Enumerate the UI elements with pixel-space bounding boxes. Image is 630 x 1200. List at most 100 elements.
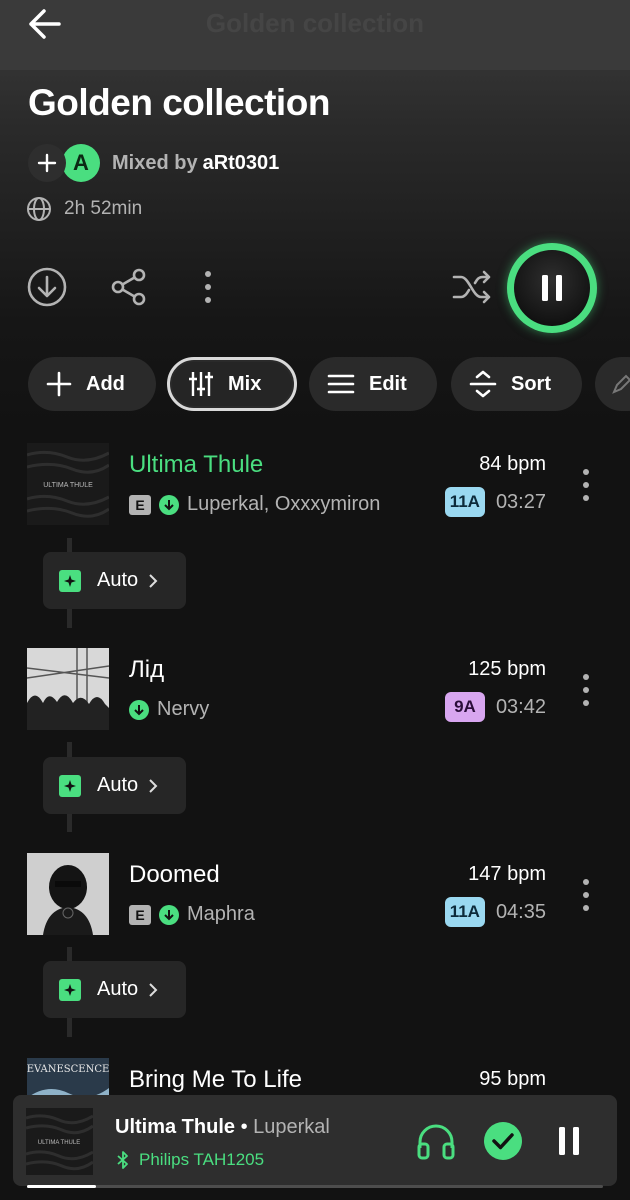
sort-chip[interactable]: Sort bbox=[451, 357, 582, 411]
track-duration: 04:35 bbox=[495, 900, 546, 923]
plus-icon bbox=[37, 153, 57, 173]
shuffle-icon bbox=[452, 270, 491, 304]
download-button[interactable] bbox=[25, 265, 69, 309]
track-subtitle: E Luperkal, Oxxxymiron bbox=[129, 493, 380, 516]
transition-label: Auto bbox=[97, 569, 139, 591]
more-vertical-icon bbox=[205, 271, 211, 303]
downloaded-icon bbox=[129, 699, 149, 720]
sliders-icon bbox=[189, 372, 213, 396]
track-artists: Luperkal, Oxxxymiron bbox=[187, 493, 381, 515]
download-icon bbox=[27, 267, 67, 307]
sparkle-icon bbox=[59, 774, 81, 797]
track-title: Лід bbox=[129, 656, 165, 683]
track-key-row: 11A 04:35 bbox=[444, 897, 546, 927]
album-art bbox=[27, 648, 109, 730]
add-chip-label: Add bbox=[86, 372, 125, 395]
explicit-badge: E bbox=[129, 494, 151, 515]
connected-device[interactable]: Philips TAH1205 bbox=[117, 1150, 264, 1170]
headphones-icon bbox=[417, 1124, 455, 1160]
track-more-button[interactable] bbox=[572, 465, 600, 505]
more-vertical-icon bbox=[583, 674, 589, 706]
faded-header-title: Golden collection bbox=[205, 8, 425, 38]
playlist-title: Golden collection bbox=[28, 82, 330, 123]
track-duration: 03:42 bbox=[495, 695, 546, 718]
transition-auto-button[interactable]: Auto bbox=[43, 961, 186, 1018]
track-title: Doomed bbox=[129, 861, 220, 888]
transition-label: Auto bbox=[97, 774, 139, 796]
devices-button[interactable] bbox=[413, 1118, 459, 1164]
mini-player-artist: Luperkal bbox=[253, 1116, 330, 1138]
explicit-badge: E bbox=[129, 904, 151, 925]
downloaded-icon bbox=[159, 904, 179, 925]
share-button[interactable] bbox=[107, 265, 151, 309]
key-badge: 11A bbox=[444, 487, 485, 517]
shuffle-button[interactable] bbox=[450, 265, 494, 309]
svg-text:EVANESCENCE: EVANESCENCE bbox=[27, 1064, 109, 1075]
play-pause-inner bbox=[514, 250, 590, 326]
track-title: Ultima Thule bbox=[129, 451, 264, 478]
plus-icon bbox=[46, 371, 72, 397]
pencil-icon bbox=[612, 374, 630, 394]
mini-progress-track bbox=[27, 1185, 603, 1188]
track-artists: Nervy bbox=[157, 698, 210, 720]
chevron-right-icon bbox=[149, 982, 158, 997]
play-pause-button[interactable] bbox=[504, 243, 600, 333]
track-bpm: 125 bpm bbox=[468, 658, 546, 680]
bluetooth-icon bbox=[117, 1151, 128, 1169]
rename-chip[interactable] bbox=[595, 357, 630, 411]
transition-auto-button[interactable]: Auto bbox=[43, 757, 186, 814]
mixed-by-row: A Mixed by aRt0301 bbox=[28, 143, 279, 183]
globe-icon bbox=[27, 197, 51, 221]
pause-icon bbox=[542, 275, 562, 301]
sort-icon bbox=[469, 370, 497, 398]
track-row[interactable]: Doomed E Maphra 147 bpm 11A 04:35 bbox=[0, 853, 630, 937]
track-more-button[interactable] bbox=[572, 670, 600, 710]
mini-player-title: Ultima Thule bbox=[115, 1116, 236, 1138]
mix-chip[interactable]: Mix bbox=[167, 357, 297, 411]
key-badge: 11A bbox=[444, 897, 485, 927]
mini-pause-button[interactable] bbox=[547, 1119, 591, 1163]
more-options-button[interactable] bbox=[194, 265, 222, 309]
more-vertical-icon bbox=[583, 469, 589, 501]
track-bpm: 95 bpm bbox=[479, 1068, 546, 1090]
play-pause-ring bbox=[507, 243, 597, 333]
svg-text:ULTIMA THULE: ULTIMA THULE bbox=[38, 1140, 80, 1146]
track-more-button[interactable] bbox=[572, 875, 600, 915]
track-title: Bring Me To Life bbox=[129, 1066, 302, 1093]
key-badge: 9A bbox=[444, 692, 485, 722]
mini-player-title-row: Ultima Thule • Luperkal bbox=[115, 1116, 330, 1139]
added-to-library-button[interactable] bbox=[481, 1119, 525, 1163]
svg-text:ULTIMA THULE: ULTIMA THULE bbox=[43, 482, 93, 489]
track-key-row: 11A 03:27 bbox=[444, 487, 546, 517]
mix-chip-label: Mix bbox=[228, 372, 262, 395]
add-collaborator-button[interactable] bbox=[28, 144, 66, 182]
chevron-right-icon bbox=[149, 573, 158, 588]
list-icon bbox=[327, 374, 355, 394]
top-bar: Golden collection bbox=[0, 0, 630, 70]
check-circle-icon bbox=[484, 1122, 522, 1160]
more-vertical-icon bbox=[583, 879, 589, 911]
album-art bbox=[27, 853, 109, 935]
album-art: ULTIMA THULE bbox=[27, 443, 109, 525]
device-name: Philips TAH1205 bbox=[139, 1150, 265, 1169]
track-bpm: 84 bpm bbox=[479, 453, 546, 475]
avatar[interactable]: A bbox=[62, 144, 100, 182]
track-duration: 03:27 bbox=[495, 490, 546, 513]
mixed-by-user[interactable]: aRt0301 bbox=[203, 152, 280, 175]
pause-icon bbox=[559, 1127, 579, 1155]
mini-player-art: ULTIMA THULE bbox=[26, 1108, 93, 1175]
track-row[interactable]: ULTIMA THULE Ultima Thule E Luperkal, Ox… bbox=[0, 443, 630, 527]
share-icon bbox=[111, 268, 146, 306]
chevron-right-icon bbox=[149, 778, 158, 793]
chip-row: Add Mix Edit Sort bbox=[28, 357, 630, 411]
track-key-row: 9A 03:42 bbox=[444, 692, 546, 722]
edit-chip[interactable]: Edit bbox=[309, 357, 437, 411]
transition-label: Auto bbox=[97, 978, 139, 1000]
sparkle-icon bbox=[59, 569, 81, 592]
track-artists: Maphra bbox=[187, 903, 255, 925]
transition-auto-button[interactable]: Auto bbox=[43, 552, 186, 609]
mini-player[interactable]: ULTIMA THULE Ultima Thule • Luperkal Phi… bbox=[13, 1095, 617, 1186]
track-row[interactable]: Лід Nervy 125 bpm 9A 03:42 bbox=[0, 648, 630, 732]
mini-player-separator: • bbox=[235, 1116, 254, 1138]
add-chip[interactable]: Add bbox=[28, 357, 156, 411]
